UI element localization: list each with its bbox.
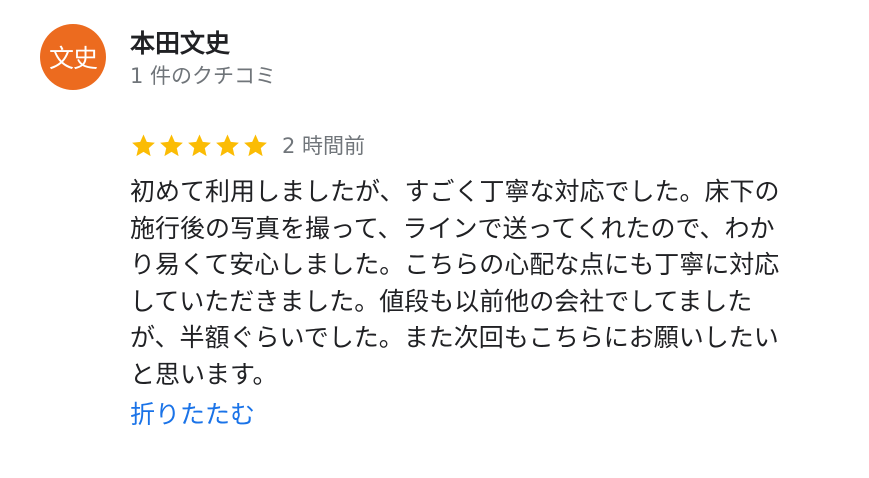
star-icon [130, 132, 157, 159]
collapse-link[interactable]: 折りたたむ [130, 395, 255, 431]
review-text-line: していただきました。値段も以前他の会社でしてました [130, 286, 753, 316]
review-text-line: 初めて利用しましたが、すごく丁寧な対応でした。床下の [130, 177, 780, 206]
review-text-line: 施行後の写真を撮って、ラインで送ってくれたので、わか [130, 213, 775, 243]
rating-row: 2 時間前 [130, 128, 365, 162]
star-icon [186, 132, 213, 159]
star-icon [214, 132, 241, 159]
review-text-line: り易くて安心しました。こちらの心配な点にも丁寧に対応 [130, 250, 780, 279]
star-icon [158, 132, 185, 159]
star-rating [130, 132, 270, 159]
author-name[interactable]: 本田文史 [130, 24, 230, 60]
star-icon [242, 132, 269, 159]
avatar-initials: 文史 [48, 44, 98, 73]
review-time: 2 時間前 [282, 134, 366, 158]
review-count: 1 件のクチコミ [130, 64, 277, 88]
review-text-line: と思います。 [130, 359, 278, 389]
review-text-line: が、半額ぐらいでした。また次回もこちらにお願いしたい [130, 323, 779, 352]
review-text: 初めて利用しましたが、すごく丁寧な対応でした。床下の 施行後の写真を撮って、ライ… [130, 174, 780, 393]
review-card: 文史 本田文史 1 件のクチコミ 2 時間前 初めて利用しましたが、すごく丁寧な… [0, 0, 869, 478]
avatar[interactable]: 文史 [40, 24, 106, 90]
